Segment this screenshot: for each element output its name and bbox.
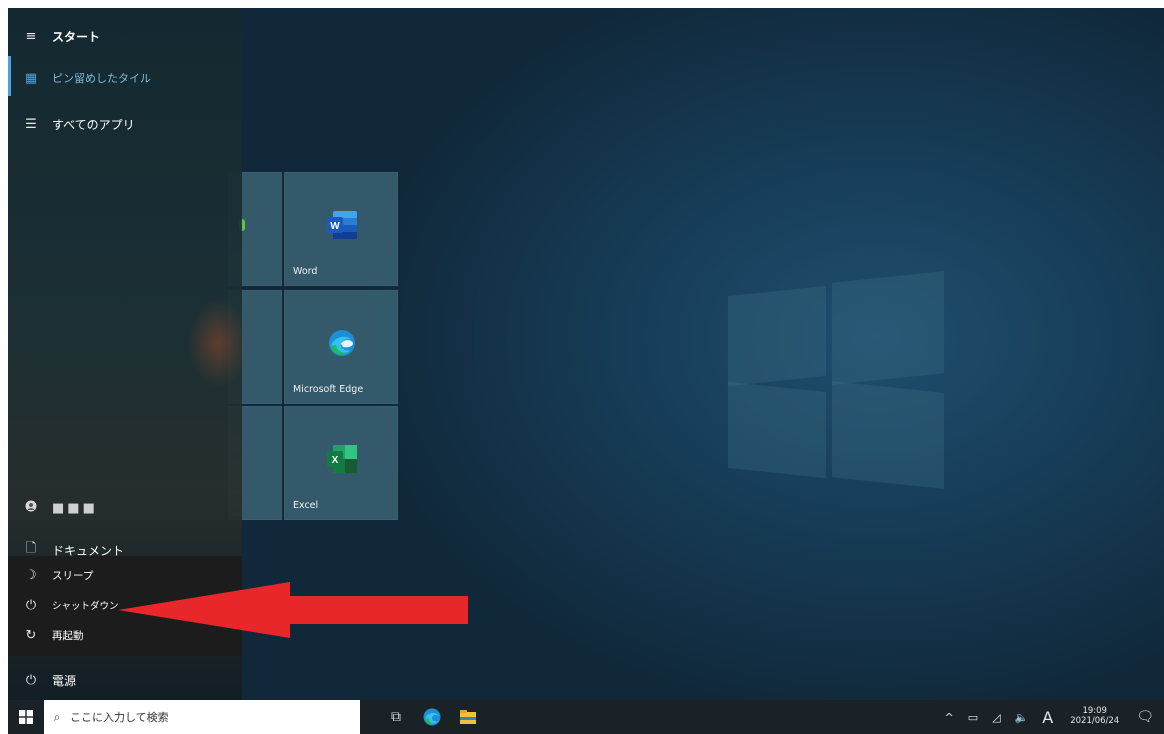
sleep-icon: ☽ [25,567,37,583]
task-view-icon[interactable]: ⧉ [378,700,414,734]
taskbar: ⌕ ここに入力して検索 ⧉ ^ ▭ ◿ 🔈 A 19:09 2021/06/24… [8,700,1164,734]
hamburger-icon: ≡ [25,28,37,44]
nav-all-apps[interactable]: ☰ すべてのアプリ [8,108,242,140]
tile-label: Word [293,266,318,277]
restart-icon: ↻ [25,627,37,643]
battery-icon[interactable]: ▭ [968,711,978,724]
restart-label: 再起動 [52,629,84,642]
nav-label: すべてのアプリ [52,117,135,132]
shutdown-label: シャットダウン [52,601,119,612]
word-icon: W [327,211,357,239]
user-name: ■■■ [52,500,98,516]
tile-microsoft-edge[interactable]: Microsoft Edge [284,290,398,404]
tiles-icon: ▦ [24,70,38,86]
start-header-label: スタート [52,29,101,44]
start-header[interactable]: ≡ スタート [8,20,242,52]
avatar [20,500,42,516]
windows-icon [19,710,33,724]
start-button[interactable] [8,700,44,734]
power-button[interactable]: ⏻ 電源 [8,664,242,696]
system-tray: ^ ▭ ◿ 🔈 A 19:09 2021/06/24 🗨 [937,700,1164,734]
windows-logo-wallpaper [728,263,944,489]
file-explorer-icon[interactable] [450,700,486,734]
sleep-label: スリープ [52,569,94,582]
nav-pinned-tiles[interactable]: ▦ ピン留めしたタイル [8,62,242,94]
tile-label: Excel [293,500,319,511]
search-placeholder: ここに入力して検索 [70,711,169,724]
red-arrow-annotation [118,582,468,638]
tile-label: Microsoft Edge [293,384,364,395]
excel-icon: X [327,445,357,473]
decorative-glow [188,298,248,388]
edge-taskbar-icon[interactable] [414,700,450,734]
notification-icon[interactable]: 🗨 [1136,709,1154,725]
power-icon: ⏻ [25,597,37,613]
network-icon[interactable]: ◿ [992,711,1000,724]
nav-label: ピン留めしたタイル [52,72,151,85]
clock-date: 2021/06/24 [1070,716,1120,726]
edge-icon [329,330,355,356]
tile-word[interactable]: W Word [284,172,398,286]
desktop: W Word Microsoft Edge X Excel ≡ スタート ▦ ピ… [8,8,1164,734]
chevron-up-icon[interactable]: ^ [944,711,953,724]
power-label: 電源 [52,673,77,688]
power-icon: ⏻ [25,672,37,688]
clock[interactable]: 19:09 2021/06/24 [1070,706,1120,727]
search-input[interactable]: ⌕ ここに入力して検索 [44,700,360,734]
tile-excel[interactable]: X Excel [284,406,398,520]
ime-indicator[interactable]: A [1042,708,1053,727]
volume-icon[interactable]: 🔈 [1015,711,1029,724]
list-icon: ☰ [25,116,37,132]
search-icon: ⌕ [53,709,61,724]
svg-text:X: X [332,455,339,466]
user-account[interactable]: ■■■ [8,492,242,524]
svg-text:W: W [330,221,340,232]
